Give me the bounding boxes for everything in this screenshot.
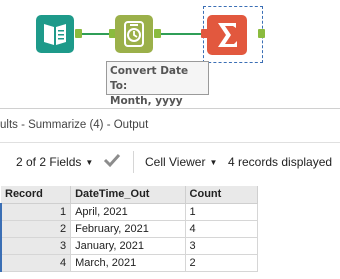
table-row[interactable]: 3 January, 2021 3 [0, 237, 259, 255]
input-data-tool[interactable] [36, 15, 74, 53]
results-title: ults - Summarize (4) - Output [0, 119, 149, 131]
connection-line-1 [82, 33, 112, 35]
tool-annotation: Convert Date To: Month, yyyy [106, 61, 209, 107]
clock-icon [124, 21, 144, 47]
summarize-tool[interactable] [207, 15, 247, 55]
count-cell[interactable]: 1 [185, 203, 259, 221]
workflow-canvas[interactable]: Convert Date To: Month, yyyy [0, 0, 340, 108]
record-cell[interactable]: 1 [0, 203, 72, 221]
datetime-cell[interactable]: January, 2021 [70, 237, 186, 255]
datetime-cell[interactable]: April, 2021 [70, 203, 186, 221]
count-cell[interactable]: 4 [185, 220, 259, 238]
caret-down-icon: ▼ [209, 158, 218, 167]
record-cell[interactable]: 3 [0, 237, 72, 255]
datetime-tool[interactable] [115, 15, 153, 53]
results-toolbar: 2 of 2 Fields ▼ Cell Viewer ▼ 4 records di… [0, 142, 340, 180]
count-cell[interactable]: 2 [185, 254, 259, 272]
book-icon [44, 24, 66, 45]
output-anchor[interactable] [258, 29, 265, 38]
record-cell[interactable]: 4 [0, 254, 72, 272]
sigma-icon [218, 23, 237, 47]
cell-viewer-label: Cell Viewer [145, 155, 206, 169]
table-row[interactable]: 2 February, 2021 4 [0, 220, 259, 238]
results-table[interactable]: Record DateTime_Out Count 1 April, 2021 … [0, 186, 259, 272]
table-header-row: Record DateTime_Out Count [1, 186, 259, 204]
cell-viewer-dropdown[interactable]: Cell Viewer ▼ [145, 155, 217, 169]
caret-down-icon: ▼ [85, 158, 94, 167]
datetime-cell[interactable]: February, 2021 [70, 220, 186, 238]
connection-line-2 [160, 33, 206, 35]
fields-dropdown[interactable]: 2 of 2 Fields ▼ [16, 155, 93, 169]
checkmark-icon[interactable] [103, 152, 121, 171]
record-cell[interactable]: 2 [0, 220, 72, 238]
count-cell[interactable]: 3 [185, 237, 259, 255]
results-header: ults - Summarize (4) - Output [0, 108, 340, 142]
table-row[interactable]: 4 March, 2021 2 [0, 254, 259, 272]
column-header-record[interactable]: Record [1, 186, 72, 204]
records-count: 4 records displayed [228, 155, 333, 169]
column-header-datetime-out[interactable]: DateTime_Out [70, 186, 186, 204]
toolbar-divider [133, 151, 134, 173]
annotation-line-2: Month, yyyy [110, 95, 183, 107]
fields-dropdown-label: 2 of 2 Fields [16, 155, 82, 169]
table-row[interactable]: 1 April, 2021 1 [0, 203, 259, 221]
datetime-cell[interactable]: March, 2021 [70, 254, 186, 272]
annotation-line-1: Convert Date To: [110, 65, 189, 92]
output-anchor[interactable] [154, 29, 161, 38]
column-header-count[interactable]: Count [185, 186, 259, 204]
output-anchor[interactable] [75, 29, 82, 38]
